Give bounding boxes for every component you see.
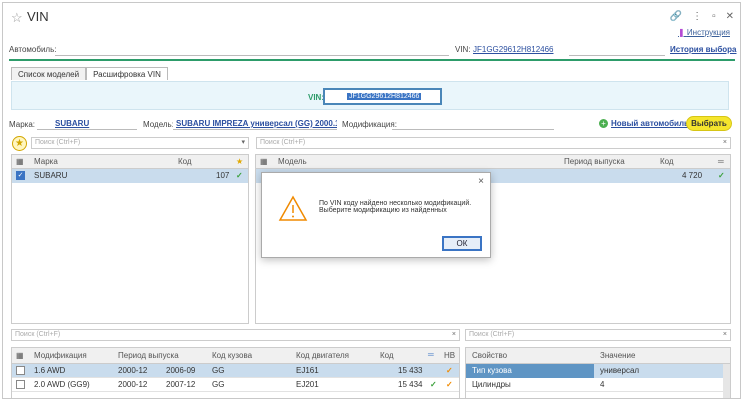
row-checkbox[interactable]	[16, 380, 25, 389]
help-link[interactable]: ❚ Инструкция	[678, 28, 730, 37]
props-table-header: Свойство Значение	[466, 348, 730, 364]
col-nv[interactable]: НВ	[444, 351, 455, 360]
table-row[interactable]: Цилиндры 4	[466, 378, 730, 392]
col-model[interactable]: Модель	[278, 157, 307, 166]
clear-icon[interactable]: ×	[452, 330, 456, 340]
favorites-star-icon[interactable]: ★	[12, 136, 27, 151]
col-period[interactable]: Период выпуска	[118, 351, 179, 360]
clear-icon[interactable]: ×	[723, 330, 727, 340]
col-code[interactable]: Код	[660, 157, 674, 166]
col-code[interactable]: Код	[178, 157, 192, 166]
close-icon[interactable]: ✕	[726, 11, 734, 22]
dialog-message: По VIN коду найдено несколько модификаци…	[319, 200, 472, 214]
restore-icon[interactable]: ▫	[712, 11, 716, 22]
minus-icon: ═	[718, 157, 724, 166]
window-controls: 🔗 ⋮ ▫ ✕	[670, 11, 734, 22]
model-value: SUBARU IMPREZA универсал (GG) 2000.10 - …	[176, 119, 337, 128]
check-icon: ✓	[430, 380, 437, 389]
tab-vin-decode[interactable]: Расшифровка VIN	[86, 67, 168, 80]
mod-search-input[interactable]: Поиск (Ctrl+F) ×	[11, 329, 460, 341]
plus-icon: +	[599, 119, 608, 128]
col-code[interactable]: Код	[380, 351, 394, 360]
tab-models-list[interactable]: Список моделей	[11, 67, 87, 80]
brands-table: ▦ Марка Код ★ ✓ SUBARU 107 ✓	[11, 154, 249, 324]
brand-search-input[interactable]: Поиск (Ctrl+F) ▾	[31, 137, 249, 149]
grid-icon: ▦	[16, 351, 24, 360]
models-table-header: ▦ Модель Период выпуска Код ═	[256, 155, 730, 169]
brand-value: SUBARU	[55, 119, 90, 128]
table-row[interactable]: ✓ SUBARU 107 ✓	[12, 169, 248, 183]
history-link[interactable]: История выбора	[670, 45, 737, 54]
vin-input-label: VIN:	[308, 93, 324, 102]
warning-icon	[278, 195, 308, 221]
vin-input[interactable]: JF1GG29612H812466	[323, 88, 442, 105]
new-car-link[interactable]: + Новый автомобиль	[599, 119, 689, 128]
modifications-table: ▦ Модификация Период выпуска Код кузова …	[11, 347, 460, 398]
info-dialog: × По VIN коду найдено несколько модифика…	[261, 172, 491, 258]
dropdown-icon[interactable]: ▾	[241, 138, 245, 148]
grid-icon: ▦	[260, 157, 268, 166]
col-modification[interactable]: Модификация	[34, 351, 87, 360]
model-label: Модель:	[143, 120, 174, 129]
car-field[interactable]	[55, 44, 449, 56]
grid-icon: ▦	[16, 157, 24, 166]
col-body-code[interactable]: Код кузова	[212, 351, 252, 360]
vin-header-value[interactable]: JF1GG29612H812466	[473, 45, 554, 54]
modification-label: Модификация:	[342, 120, 397, 129]
brand-field[interactable]: SUBARU	[37, 118, 137, 130]
more-icon[interactable]: ⋮	[692, 11, 702, 22]
clear-icon[interactable]: ×	[723, 138, 727, 148]
choose-button[interactable]: Выбрать	[686, 116, 732, 131]
check-icon: ✓	[446, 380, 453, 389]
brands-table-header: ▦ Марка Код ★	[12, 155, 248, 169]
scrollbar[interactable]	[723, 364, 730, 398]
window-title: VIN	[27, 9, 49, 24]
check-icon: ✓	[446, 366, 453, 375]
link-icon[interactable]: 🔗	[670, 11, 682, 22]
col-property[interactable]: Свойство	[472, 351, 507, 360]
row-checkbox[interactable]	[16, 366, 25, 375]
col-period[interactable]: Период выпуска	[564, 157, 625, 166]
model-search-input[interactable]: Поиск (Ctrl+F) ×	[256, 137, 731, 149]
tab-bar: Список моделей Расшифровка VIN	[11, 67, 168, 80]
model-field[interactable]: SUBARU IMPREZA универсал (GG) 2000.10 - …	[173, 118, 337, 130]
col-brand[interactable]: Марка	[34, 157, 58, 166]
star-col-icon: ★	[236, 157, 244, 166]
table-row[interactable]: 1.6 AWD 2000-12 2006-09 GG EJ161 15 433 …	[12, 364, 459, 378]
model-code: 4 720	[682, 171, 703, 180]
brand-code: 107	[216, 171, 230, 180]
brand-label: Марка:	[9, 120, 35, 129]
car-label: Автомобиль:	[9, 45, 57, 54]
vin-input-value: JF1GG29612H812466	[347, 93, 422, 100]
dialog-close-icon[interactable]: ×	[478, 176, 484, 187]
minus-icon: ═	[428, 350, 434, 359]
col-value[interactable]: Значение	[600, 351, 635, 360]
vin-extra-field[interactable]	[569, 44, 665, 56]
favorite-star-icon[interactable]: ☆	[11, 10, 23, 26]
table-row[interactable]: Тип кузова универсал	[466, 364, 730, 378]
brand-name: SUBARU	[34, 171, 68, 180]
check-icon: ✓	[236, 171, 243, 180]
table-row[interactable]: 2.0 AWD (GG9) 2000-12 2007-12 GG EJ201 1…	[12, 378, 459, 392]
modification-field[interactable]	[392, 118, 554, 130]
ok-button[interactable]: ОК	[442, 236, 482, 251]
prop-search-input[interactable]: Поиск (Ctrl+F) ×	[465, 329, 731, 341]
help-icon: ❚	[677, 28, 687, 37]
vin-window: ☆ VIN 🔗 ⋮ ▫ ✕ ❚ Инструкция Автомобиль: V…	[2, 2, 741, 399]
properties-table: Свойство Значение Тип кузова универсал Ц…	[465, 347, 731, 398]
checkbox-checked[interactable]: ✓	[16, 171, 25, 180]
vin-header-label: VIN:	[455, 45, 471, 54]
check-icon: ✓	[718, 171, 725, 180]
header-divider	[9, 59, 735, 61]
col-engine-code[interactable]: Код двигателя	[296, 351, 349, 360]
mods-table-header: ▦ Модификация Период выпуска Код кузова …	[12, 348, 459, 364]
